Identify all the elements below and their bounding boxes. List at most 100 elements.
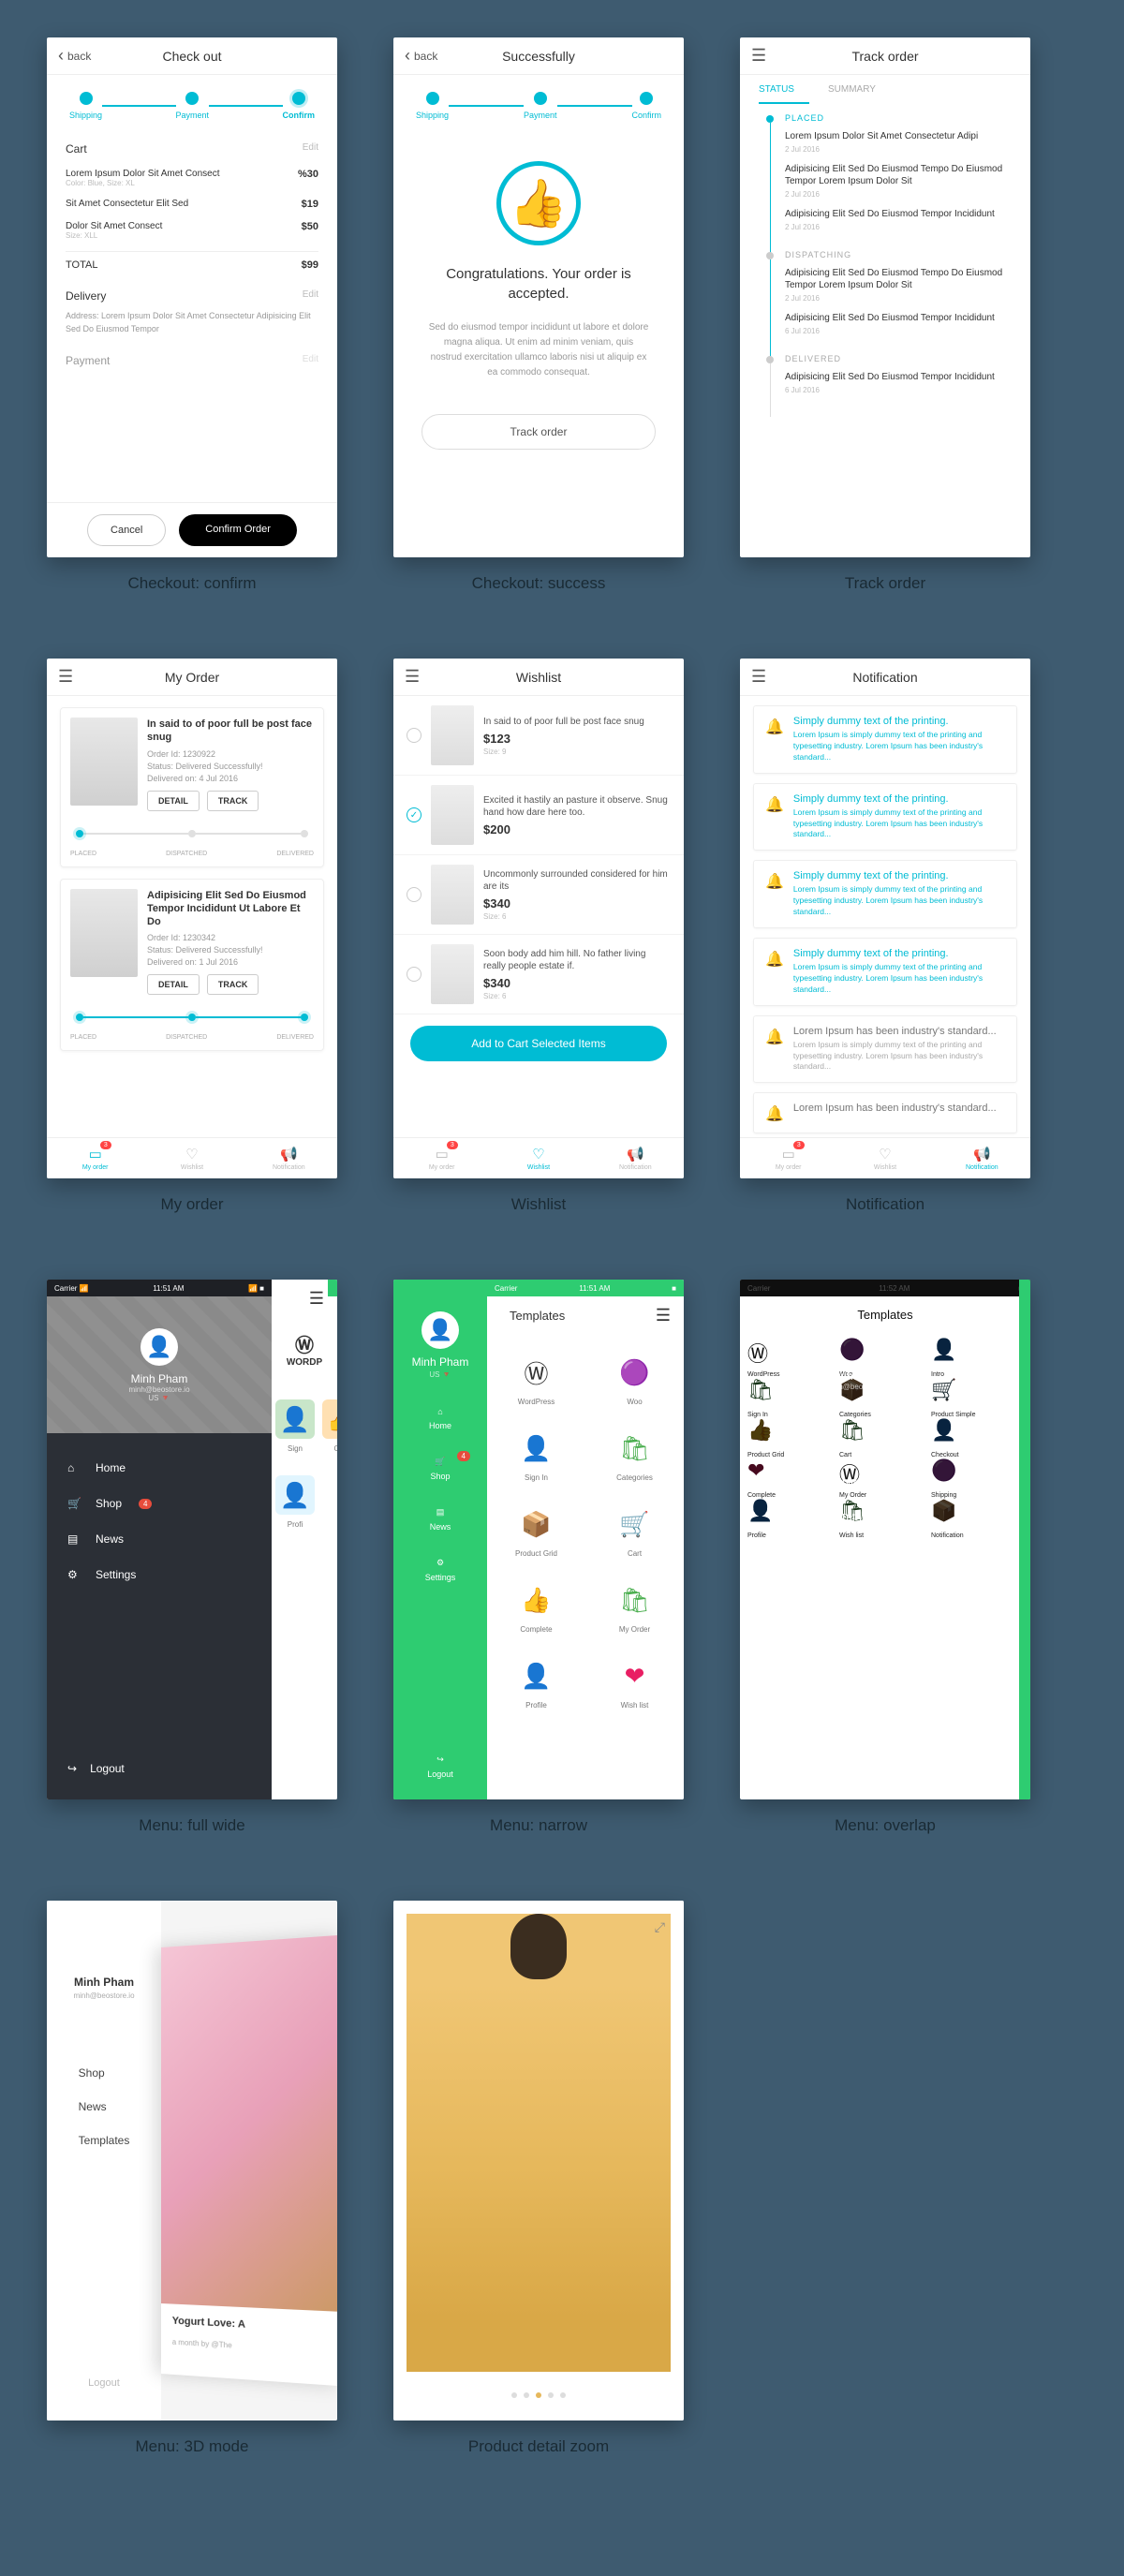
tab-notification[interactable]: 📢Notification bbox=[934, 1138, 1030, 1178]
menu-toggle-icon[interactable]: ☰ bbox=[309, 1289, 324, 1309]
menu-item-shop[interactable]: 🛒Shop4 bbox=[393, 1443, 487, 1494]
menu-item[interactable]: Templates bbox=[740, 1499, 974, 1533]
bell-icon: 🔔 bbox=[765, 872, 784, 918]
menu-item-shop[interactable]: 🛒Shop4 bbox=[47, 1486, 272, 1521]
menu-item[interactable]: Logout bbox=[740, 1636, 974, 1671]
page-title: My Order bbox=[165, 670, 219, 685]
tab-myorder[interactable]: ▭My order3 bbox=[47, 1138, 143, 1178]
dot[interactable] bbox=[536, 2392, 541, 2398]
description: Sed do eiusmod tempor incididunt ut labo… bbox=[393, 303, 684, 397]
grid-item[interactable]: 🛍Categories bbox=[585, 1417, 684, 1493]
content-card[interactable]: Yogurt Love: A a month by @The bbox=[161, 1935, 337, 2387]
tab-status[interactable]: STATUS bbox=[759, 75, 809, 104]
edit-link[interactable]: Edit bbox=[303, 142, 318, 155]
back-button[interactable]: back bbox=[58, 46, 91, 66]
product-image[interactable] bbox=[407, 1914, 671, 2372]
tab-myorder[interactable]: ▭My order3 bbox=[740, 1138, 836, 1178]
cart-item: Lorem Ipsum Dolor Sit Amet ConsectColor:… bbox=[66, 163, 318, 193]
tab-notification[interactable]: 📢Notification bbox=[587, 1138, 684, 1178]
menu-item-news[interactable]: ▤News bbox=[393, 1494, 487, 1545]
tab-notification[interactable]: 📢Notification bbox=[241, 1138, 337, 1178]
grid-item[interactable]: 🛍My Order bbox=[585, 1569, 684, 1645]
bell-icon: 🔔 bbox=[765, 1028, 784, 1073]
menu-item-home[interactable]: ⌂Home bbox=[47, 1450, 272, 1486]
checkbox[interactable] bbox=[407, 807, 422, 822]
cart-item: Sit Amet Consectetur Elit Sed$19 bbox=[66, 193, 318, 215]
logout-button[interactable]: ↪Logout bbox=[47, 1743, 272, 1799]
pagination-dots[interactable] bbox=[393, 2392, 684, 2398]
menu-item-news[interactable]: ▤News bbox=[47, 1521, 272, 1557]
notification-item[interactable]: 🔔 Lorem Ipsum has been industry's standa… bbox=[753, 1092, 1017, 1133]
product-image bbox=[70, 889, 138, 977]
add-to-cart-button[interactable]: Add to Cart Selected Items bbox=[410, 1026, 667, 1061]
menu-item[interactable]: Shop bbox=[740, 1429, 974, 1464]
menu-item-home[interactable]: ⌂Home bbox=[393, 1394, 487, 1443]
tab-wishlist[interactable]: ♡Wishlist bbox=[490, 1138, 586, 1178]
checkbox[interactable] bbox=[407, 728, 422, 743]
menu-icon[interactable]: ☰ bbox=[751, 46, 766, 66]
notification-item[interactable]: 🔔 Simply dummy text of the printing.Lore… bbox=[753, 783, 1017, 851]
checkbox[interactable] bbox=[407, 887, 422, 902]
track-button[interactable]: TRACK bbox=[207, 974, 259, 995]
grid-item[interactable]: 📦Product Grid bbox=[487, 1493, 585, 1569]
checkbox[interactable] bbox=[407, 967, 422, 982]
detail-button[interactable]: DETAIL bbox=[147, 791, 200, 811]
edit-link[interactable]: Edit bbox=[303, 289, 318, 303]
track-order-button[interactable]: Track order bbox=[422, 414, 656, 450]
confirm-button[interactable]: Confirm Order bbox=[179, 514, 297, 546]
avatar[interactable]: 👤 bbox=[422, 1311, 459, 1349]
wishlist-item[interactable]: Soon body add him hill. No father living… bbox=[393, 935, 684, 1014]
wishlist-item[interactable]: Uncommonly surrounded considered for him… bbox=[393, 855, 684, 935]
tab-wishlist[interactable]: ♡Wishlist bbox=[143, 1138, 240, 1178]
track-button[interactable]: TRACK bbox=[207, 791, 259, 811]
grid-item[interactable]: ⓌWordPress bbox=[487, 1341, 585, 1417]
notification-item[interactable]: 🔔 Simply dummy text of the printing.Lore… bbox=[753, 705, 1017, 774]
grid-item[interactable]: 🟣Woo bbox=[585, 1341, 684, 1417]
notification-item[interactable]: 🔔 Simply dummy text of the printing.Lore… bbox=[753, 860, 1017, 928]
menu-icon[interactable]: ☰ bbox=[405, 667, 420, 687]
menu-icon[interactable]: ☰ bbox=[751, 667, 766, 687]
notification-item[interactable]: 🔔 Lorem Ipsum has been industry's standa… bbox=[753, 1015, 1017, 1084]
detail-button[interactable]: DETAIL bbox=[147, 974, 200, 995]
tab-myorder[interactable]: ▭My order3 bbox=[393, 1138, 490, 1178]
tab-wishlist[interactable]: ♡Wishlist bbox=[836, 1138, 933, 1178]
page-title: Wishlist bbox=[516, 670, 561, 685]
back-button[interactable]: back bbox=[405, 46, 437, 66]
cancel-button[interactable]: Cancel bbox=[87, 514, 166, 546]
product-image bbox=[431, 865, 474, 925]
wishlist-item[interactable]: Excited it hastily an pasture it observe… bbox=[393, 776, 684, 855]
menu-item[interactable]: Shop bbox=[79, 2056, 130, 2090]
grid-item[interactable]: 👤Profile bbox=[487, 1645, 585, 1721]
page-title: Templates bbox=[510, 1309, 565, 1323]
notification-item[interactable]: 🔔 Simply dummy text of the printing.Lore… bbox=[753, 938, 1017, 1006]
expand-icon[interactable]: ⤢ bbox=[655, 1919, 665, 1935]
header: back Check out bbox=[47, 37, 337, 75]
menu-item[interactable]: Templates bbox=[79, 2124, 130, 2157]
menu-item[interactable]: News bbox=[79, 2090, 130, 2124]
timeline-item: Adipisicing Elit Sed Do Eiusmod Tempor I… bbox=[785, 208, 1004, 231]
dot[interactable] bbox=[511, 2392, 517, 2398]
tab-summary[interactable]: SUMMARY bbox=[828, 75, 891, 104]
dot[interactable] bbox=[548, 2392, 554, 2398]
bell-icon: 🔔 bbox=[765, 950, 784, 996]
dot[interactable] bbox=[560, 2392, 566, 2398]
grid-item[interactable]: 👤Sign In bbox=[487, 1417, 585, 1493]
logout-button[interactable]: ↪Logout bbox=[407, 1736, 474, 1799]
menu-toggle-icon[interactable]: ☰ bbox=[656, 1306, 671, 1325]
menu-item-settings[interactable]: ⚙Settings bbox=[393, 1545, 487, 1595]
grid-item[interactable]: 🛒Cart bbox=[585, 1493, 684, 1569]
screen-my-order: ☰My Order In said to of poor full be pos… bbox=[47, 659, 337, 1178]
menu-icon[interactable]: ☰ bbox=[58, 667, 73, 687]
grid-item[interactable]: 👍Complete bbox=[487, 1569, 585, 1645]
screen-checkout-success: back Successfully Shipping Payment Confi… bbox=[393, 37, 684, 557]
logout-button[interactable]: Logout bbox=[88, 2377, 120, 2421]
menu-item-settings[interactable]: ⚙Settings bbox=[47, 1557, 272, 1592]
menu-item[interactable]: News bbox=[740, 1464, 974, 1499]
screen-product-zoom: ⤢ bbox=[393, 1901, 684, 2421]
dot[interactable] bbox=[524, 2392, 529, 2398]
grid-item[interactable]: ❤Wish list bbox=[585, 1645, 684, 1721]
avatar[interactable]: 👤 bbox=[140, 1328, 178, 1366]
page-title: Notification bbox=[852, 670, 917, 685]
wishlist-item[interactable]: In said to of poor full be post face snu… bbox=[393, 696, 684, 776]
screen-menu-3d: Minh Pham minh@beostore.io ShopNewsTempl… bbox=[47, 1901, 337, 2421]
